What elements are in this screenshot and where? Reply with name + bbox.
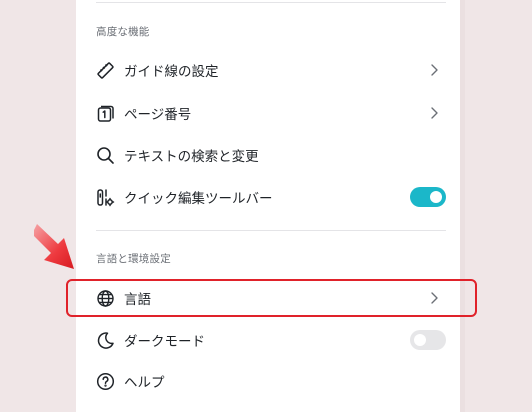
menu-item-help[interactable]: ヘルプ	[76, 361, 460, 401]
page-number-icon	[96, 104, 115, 123]
menu-item-quick-toolbar-label: クイック編集ツールバー	[124, 191, 273, 207]
menu-item-quick-toolbar[interactable]: クイック編集ツールバー	[76, 177, 460, 217]
section-title-advanced: 高度な機能	[96, 26, 150, 38]
menu-item-dark-mode-label: ダークモード	[124, 334, 205, 350]
menu-item-page-number[interactable]: ページ番号	[76, 93, 460, 133]
ruler-icon	[96, 61, 115, 80]
dark-mode-toggle[interactable]	[410, 330, 446, 350]
chevron-right-icon	[431, 64, 438, 76]
menu-item-guides-label: ガイド線の設定	[124, 64, 219, 80]
toggle-knob	[414, 334, 426, 346]
menu-item-dark-mode[interactable]: ダークモード	[76, 320, 460, 360]
section-title-language: 言語と環境設定	[96, 253, 171, 265]
menu-item-find-replace-label: テキストの検索と変更	[124, 149, 259, 165]
search-icon	[96, 146, 115, 165]
menu-item-find-replace[interactable]: テキストの検索と変更	[76, 135, 460, 175]
pointer-arrow-icon	[34, 224, 74, 269]
toggle-knob	[430, 191, 442, 203]
section-divider	[96, 230, 446, 231]
menu-item-page-number-label: ページ番号	[124, 107, 192, 123]
menu-item-help-label: ヘルプ	[124, 375, 165, 391]
highlight-box	[66, 279, 477, 317]
menu-item-guides[interactable]: ガイド線の設定	[76, 50, 460, 90]
moon-icon	[96, 331, 115, 350]
chevron-right-icon	[431, 107, 438, 119]
help-circle-icon	[96, 372, 115, 391]
quick-toolbar-toggle[interactable]	[410, 187, 446, 207]
top-divider	[96, 2, 446, 3]
panel-scroll-edge	[460, 0, 465, 412]
quick-edit-icon	[96, 188, 115, 207]
